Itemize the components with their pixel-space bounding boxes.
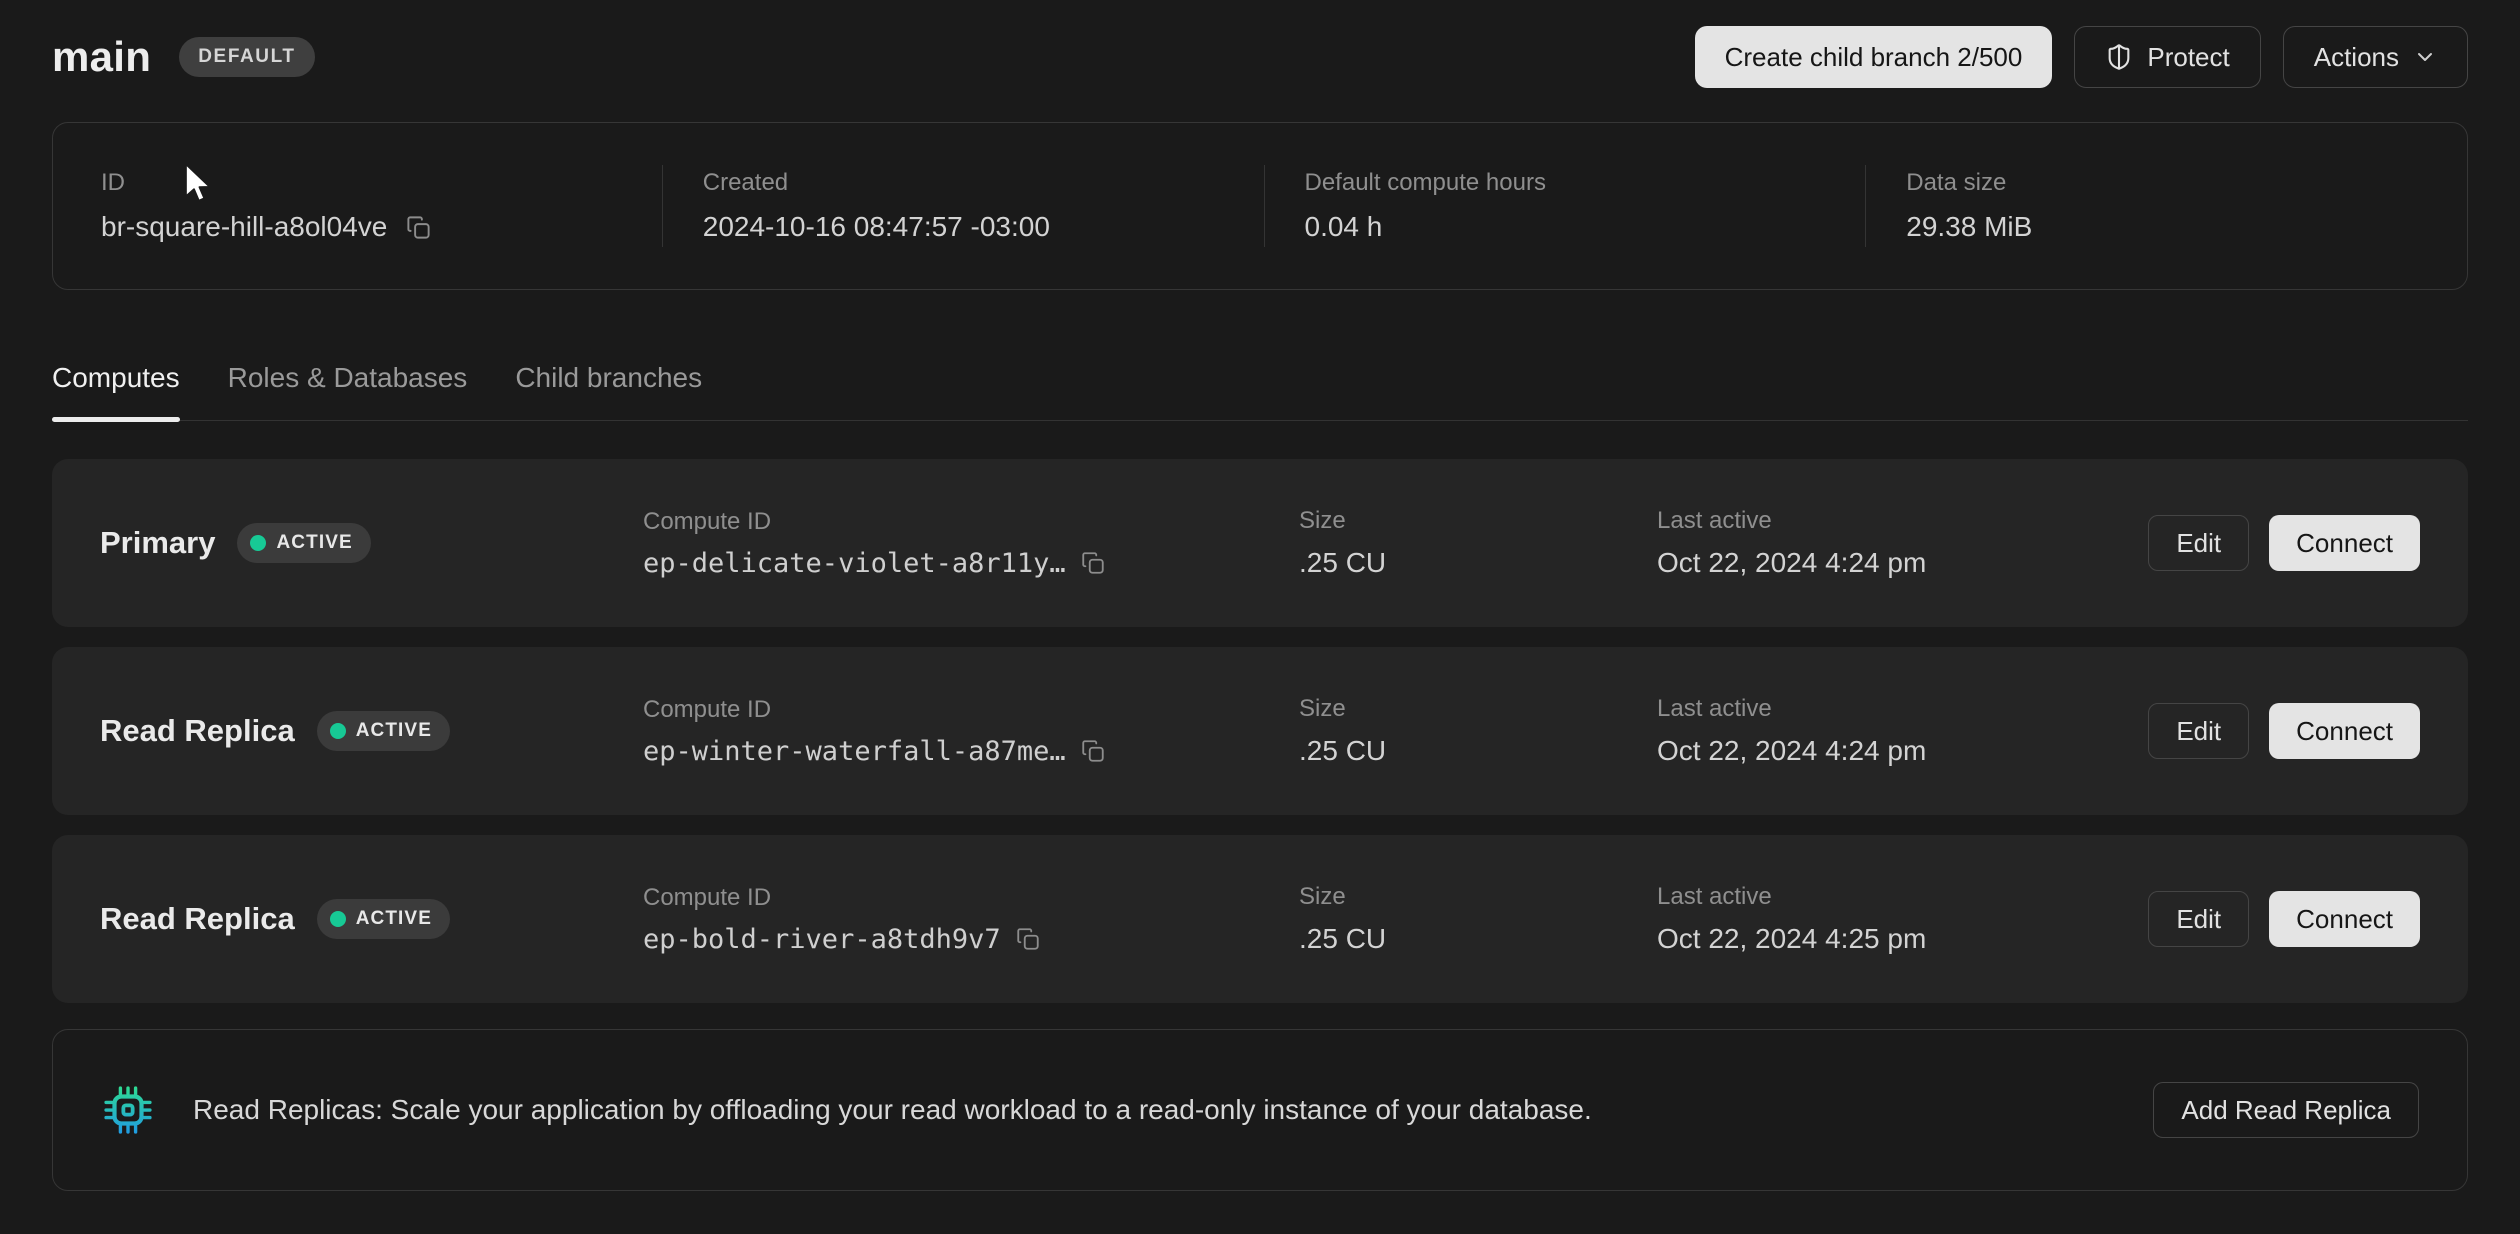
last-active-label: Last active [1657,883,2148,911]
status-label: ACTIVE [276,532,352,554]
size-value: .25 CU [1299,735,1657,767]
info-label: Data size [1906,169,2437,197]
last-active-value: Oct 22, 2024 4:24 pm [1657,547,2148,579]
status-dot-icon [330,911,346,927]
size-value: .25 CU [1299,547,1657,579]
tab-roles-databases[interactable]: Roles & Databases [228,362,468,420]
status-label: ACTIVE [356,720,432,742]
compute-name: Read Replica [100,901,295,937]
info-field-created: Created 2024-10-16 08:47:57 -03:00 [662,165,1264,247]
copy-icon[interactable] [1080,738,1106,764]
created-value: 2024-10-16 08:47:57 -03:00 [703,211,1234,243]
data-size-value: 29.38 MiB [1906,211,2437,243]
info-field-data-size: Data size 29.38 MiB [1865,165,2467,247]
compute-hours-value: 0.04 h [1305,211,1836,243]
copy-icon[interactable] [1080,550,1106,576]
read-replica-banner: Read Replicas: Scale your application by… [52,1029,2468,1191]
last-active-label: Last active [1657,695,2148,723]
info-label: ID [101,169,632,197]
status-badge: ACTIVE [317,711,450,751]
compute-row-read-replica-1: Read Replica ACTIVE Compute ID ep-winter… [52,647,2468,815]
default-badge: DEFAULT [179,37,314,77]
size-label: Size [1299,695,1657,723]
actions-button[interactable]: Actions [2283,26,2468,88]
compute-id-label: Compute ID [643,884,1299,912]
compute-id-value: ep-winter-waterfall-a87me… [643,736,1066,767]
compute-name: Read Replica [100,713,295,749]
compute-row-read-replica-2: Read Replica ACTIVE Compute ID ep-bold-r… [52,835,2468,1003]
shield-icon [2105,43,2133,71]
page-title: main [52,33,151,81]
status-label: ACTIVE [356,908,432,930]
compute-id-value: ep-bold-river-a8tdh9v7 [643,924,1001,955]
info-field-id: ID br-square-hill-a8ol04ve [53,165,662,247]
info-field-compute-hours: Default compute hours 0.04 h [1264,165,1866,247]
tab-bar: Computes Roles & Databases Child branche… [52,362,2468,421]
branch-title-group: main DEFAULT [52,33,315,81]
actions-label: Actions [2314,42,2399,73]
tab-child-branches[interactable]: Child branches [515,362,702,420]
branch-info-card: ID br-square-hill-a8ol04ve Created 2024-… [52,122,2468,290]
protect-label: Protect [2147,42,2229,73]
connect-button[interactable]: Connect [2269,703,2420,759]
compute-name: Primary [100,525,215,561]
compute-id-label: Compute ID [643,508,1299,536]
chevron-down-icon [2413,45,2437,69]
status-badge: ACTIVE [237,523,370,563]
edit-button[interactable]: Edit [2148,703,2249,759]
connect-button[interactable]: Connect [2269,515,2420,571]
topbar-actions: Create child branch 2/500 Protect Action… [1695,26,2468,88]
compute-id-label: Compute ID [643,696,1299,724]
connect-button[interactable]: Connect [2269,891,2420,947]
branch-id-value: br-square-hill-a8ol04ve [101,211,387,243]
tab-computes[interactable]: Computes [52,362,180,420]
last-active-label: Last active [1657,507,2148,535]
compute-id-value: ep-delicate-violet-a8r11y… [643,548,1066,579]
size-label: Size [1299,507,1657,535]
topbar: main DEFAULT Create child branch 2/500 P… [52,0,2468,88]
status-dot-icon [250,535,266,551]
status-badge: ACTIVE [317,899,450,939]
info-label: Created [703,169,1234,197]
compute-row-primary: Primary ACTIVE Compute ID ep-delicate-vi… [52,459,2468,627]
size-label: Size [1299,883,1657,911]
branch-page: main DEFAULT Create child branch 2/500 P… [0,0,2520,1191]
last-active-value: Oct 22, 2024 4:24 pm [1657,735,2148,767]
size-value: .25 CU [1299,923,1657,955]
read-replica-description: Read Replicas: Scale your application by… [193,1094,2115,1126]
copy-icon[interactable] [405,214,432,241]
compute-list: Primary ACTIVE Compute ID ep-delicate-vi… [52,459,2468,1003]
copy-icon[interactable] [1015,926,1041,952]
edit-button[interactable]: Edit [2148,891,2249,947]
create-child-branch-button[interactable]: Create child branch 2/500 [1695,26,2053,88]
create-child-branch-label: Create child branch 2/500 [1725,42,2023,73]
edit-button[interactable]: Edit [2148,515,2249,571]
last-active-value: Oct 22, 2024 4:25 pm [1657,923,2148,955]
chip-icon [101,1083,155,1137]
status-dot-icon [330,723,346,739]
info-label: Default compute hours [1305,169,1836,197]
add-read-replica-button[interactable]: Add Read Replica [2153,1082,2419,1138]
protect-button[interactable]: Protect [2074,26,2260,88]
